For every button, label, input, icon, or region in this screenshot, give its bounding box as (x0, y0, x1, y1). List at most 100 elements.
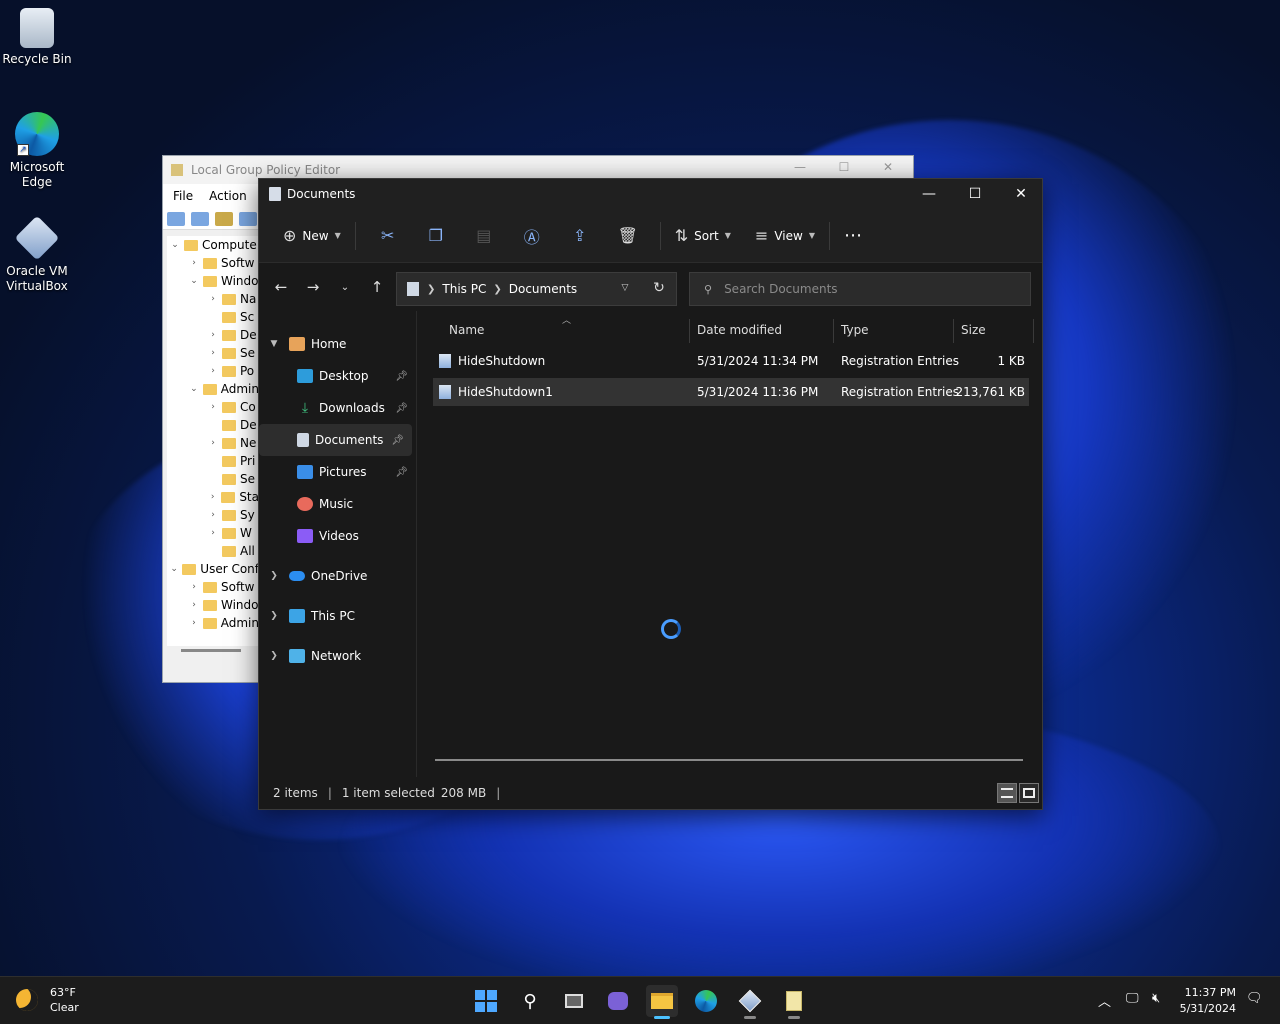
chevron-right-icon[interactable]: › (207, 438, 219, 448)
chevron-right-icon[interactable]: › (188, 582, 200, 592)
chevron-right-icon[interactable]: ❯ (259, 571, 289, 581)
share-icon[interactable]: ⇪ (556, 226, 604, 245)
chevron-right-icon[interactable]: › (207, 294, 219, 304)
gpe-tree-item[interactable]: › De (167, 326, 259, 344)
close-button[interactable]: ✕ (998, 179, 1044, 209)
gpe-tree-item[interactable]: › Sy (167, 506, 259, 524)
notification-icon[interactable]: 🗨︎ (1246, 991, 1263, 1006)
chevron-down-icon[interactable]: ⌄ (188, 276, 200, 286)
gpe-tree-item[interactable]: Se (167, 470, 259, 488)
folder-up-icon[interactable] (215, 211, 233, 226)
refresh-icon[interactable]: ↻ (641, 272, 677, 304)
column-divider[interactable] (1033, 319, 1034, 343)
chevron-down-icon[interactable]: ▼ (259, 339, 289, 349)
rename-icon[interactable]: Ⓐ (508, 224, 556, 248)
breadcrumb-chevron-icon[interactable]: ❯ (493, 284, 501, 295)
nav-item-music[interactable]: Music (259, 488, 416, 520)
gpe-tree-item[interactable]: › W (167, 524, 259, 542)
breadcrumb-this-pc[interactable]: This PC (442, 282, 486, 296)
gpe-tree-item[interactable]: › Se (167, 344, 259, 362)
gpe-tree-item[interactable]: ⌄ Windo (167, 272, 259, 290)
close-icon[interactable]: ✕ (873, 160, 903, 180)
desktop-icon-virtualbox[interactable]: Oracle VM VirtualBox (0, 215, 74, 294)
nav-item-onedrive[interactable]: ❯ OneDrive (259, 560, 416, 592)
up-arrow-icon[interactable]: ↑ (361, 278, 393, 296)
nav-item-videos[interactable]: Videos (259, 520, 416, 552)
column-header-type[interactable]: Type (833, 315, 869, 345)
column-header-date[interactable]: Date modified (689, 315, 782, 345)
horizontal-scrollbar[interactable] (435, 759, 1023, 761)
show-hidden-icons-chevron-icon[interactable]: ︿ (1098, 991, 1111, 1010)
volume-muted-icon[interactable]: 🔇︎ (1152, 991, 1160, 1006)
gpe-tree-item[interactable]: › Ne (167, 434, 259, 452)
desktop-icon-edge[interactable]: ↗ Microsoft Edge (0, 112, 74, 190)
chat-button[interactable] (602, 985, 634, 1017)
chevron-right-icon[interactable]: › (207, 510, 219, 520)
nav-item-documents[interactable]: Documents 📌︎ (259, 424, 412, 456)
nav-item-home[interactable]: ▼ Home (259, 328, 416, 360)
back-arrow-icon[interactable]: ← (265, 278, 297, 296)
network-status-icon[interactable]: 🖵︎ (1126, 991, 1139, 1006)
minimize-button[interactable]: — (906, 179, 952, 209)
file-row[interactable]: HideShutdown 5/31/2024 11:34 PM Registra… (433, 347, 1029, 375)
pin-icon[interactable]: 📌︎ (395, 371, 408, 382)
more-options-button[interactable]: ⋯ (838, 220, 868, 252)
delete-icon[interactable]: 🗑 (604, 226, 652, 245)
minimize-icon[interactable]: — (785, 160, 815, 180)
taskbar-file-explorer[interactable] (646, 985, 678, 1019)
nav-item-downloads[interactable]: ⤓ Downloads 📌︎ (259, 392, 416, 424)
gpe-tree-item[interactable]: › Po (167, 362, 259, 380)
gpe-tree-item[interactable]: De (167, 416, 259, 434)
gpe-tree[interactable]: ⌄ Compute › Softw ⌄ Windo › Na Sc › De › Se › Po ⌄ Admin… (167, 236, 259, 646)
breadcrumb-documents[interactable]: Documents (509, 282, 577, 296)
gpe-tree-item[interactable]: › Co (167, 398, 259, 416)
breadcrumb-chevron-icon[interactable]: ❯ (427, 284, 435, 295)
file-explorer-window[interactable]: Documents — ☐ ✕ ⊕ New ▼ ✂ ❐ ▤ Ⓐ ⇪ 🗑 ⇅ So… (258, 178, 1043, 810)
large-icons-view-icon[interactable] (1019, 783, 1039, 803)
gpe-tree-item[interactable]: › Softw (167, 578, 259, 596)
gpe-tree-item[interactable]: Sc (167, 308, 259, 326)
chevron-right-icon[interactable]: › (207, 330, 219, 340)
forward-arrow-icon[interactable]: → (297, 278, 329, 296)
taskbar-group-policy-editor[interactable] (778, 985, 810, 1019)
gpe-tree-item[interactable]: ⌄ Compute (167, 236, 259, 254)
file-row-selected[interactable]: HideShutdown1 5/31/2024 11:36 PM Registr… (433, 378, 1029, 406)
maximize-icon[interactable]: ☐ (829, 160, 859, 180)
maximize-button[interactable]: ☐ (952, 179, 998, 209)
address-dropdown-chevron-icon[interactable]: ▽ (613, 272, 637, 304)
gpe-hscroll[interactable] (181, 649, 241, 652)
new-button[interactable]: ⊕ New ▼ (277, 220, 347, 252)
taskbar-virtualbox[interactable] (734, 985, 766, 1019)
taskbar-edge[interactable] (690, 985, 722, 1017)
chevron-down-icon[interactable]: ⌄ (169, 240, 181, 250)
nav-item-pictures[interactable]: Pictures 📌︎ (259, 456, 416, 488)
recent-locations-chevron-icon[interactable]: ⌄ (329, 282, 361, 293)
weather-widget[interactable]: 63°F Clear (16, 985, 79, 1015)
chevron-right-icon[interactable]: ❯ (259, 651, 289, 661)
chevron-right-icon[interactable]: › (207, 528, 219, 538)
gpe-tree-item[interactable]: › Windo (167, 596, 259, 614)
chevron-right-icon[interactable]: › (188, 258, 200, 268)
chevron-right-icon[interactable]: › (188, 600, 200, 610)
chevron-right-icon[interactable]: › (207, 348, 219, 358)
chevron-down-icon[interactable]: ⌄ (188, 384, 200, 394)
details-view-icon[interactable] (997, 783, 1017, 803)
pin-icon[interactable]: 📌︎ (395, 403, 408, 414)
sort-button[interactable]: ⇅ Sort ▼ (669, 220, 737, 252)
copy-icon[interactable]: ❐ (412, 226, 460, 245)
gpe-tree-item[interactable]: Pri (167, 452, 259, 470)
search-button[interactable]: ⚲ (514, 985, 546, 1017)
cut-icon[interactable]: ✂ (364, 226, 412, 245)
navigation-pane[interactable]: ▼ Home Desktop 📌︎ ⤓ Downloads 📌︎ Documen… (259, 311, 417, 777)
chevron-down-icon[interactable]: ⌄ (169, 564, 179, 574)
search-input[interactable]: ⚲ Search Documents (689, 272, 1031, 306)
chevron-right-icon[interactable]: › (207, 366, 219, 376)
nav-item-network[interactable]: ❯ Network (259, 640, 416, 672)
explorer-titlebar[interactable]: Documents — ☐ ✕ (259, 179, 1042, 209)
desktop-icon-recycle-bin[interactable]: Recycle Bin (0, 8, 74, 67)
gpe-tree-item[interactable]: › Sta (167, 488, 259, 506)
chevron-right-icon[interactable]: › (207, 402, 219, 412)
gpe-tree-item[interactable]: › Softw (167, 254, 259, 272)
back-arrow-icon[interactable] (167, 211, 185, 226)
view-icon[interactable] (239, 211, 257, 226)
